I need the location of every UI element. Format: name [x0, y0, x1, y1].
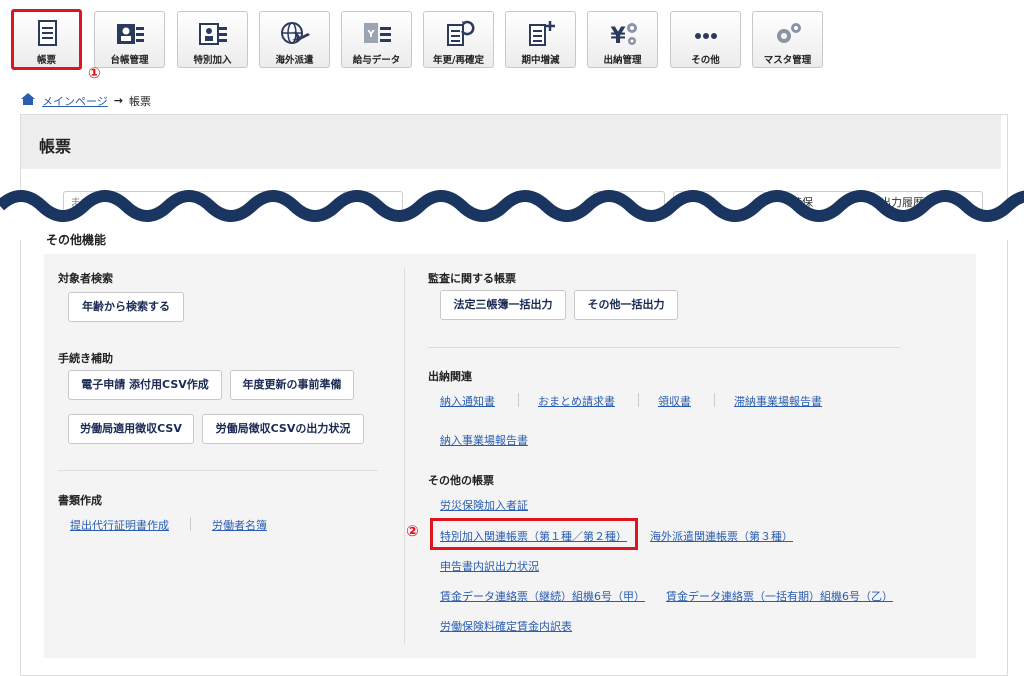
page-title: 帳票 [39, 137, 72, 156]
other-forms-label: その他の帳票 [428, 474, 494, 487]
toolbar-change-button[interactable]: 期中増減 [505, 11, 576, 68]
step-marker-2: ② [406, 522, 419, 540]
toolbar-label: 期中増減 [521, 55, 560, 66]
toolbar-cash-button[interactable]: ¥ 出納管理 [587, 11, 658, 68]
ledger-icon [95, 19, 164, 49]
separator [190, 517, 191, 531]
documents-label: 書類作成 [58, 494, 102, 507]
page-title-bar: 帳票 [21, 115, 1001, 169]
delinquency-report-link[interactable]: 滞納事業場報告書 [734, 393, 822, 409]
other-functions-title: その他機能 [46, 233, 107, 247]
divider [428, 347, 900, 348]
other-bulk-output-button[interactable]: その他一括出力 [574, 290, 678, 320]
wage-data-continuous-link[interactable]: 賃金データ連絡票（継続）組機6号（甲） [440, 588, 645, 604]
special-join-icon [178, 19, 247, 49]
other-functions-box: 対象者検索 年齢から検索する 手続き補助 電子申請 添付用CSV作成 年度更新の… [44, 254, 976, 658]
toolbar-label: 帳票 [36, 55, 56, 66]
toolbar-reports-button[interactable]: 帳票 [11, 9, 82, 70]
cash-label: 出納関連 [428, 370, 472, 383]
annual-update-icon [424, 19, 493, 49]
highlight-box [430, 518, 638, 550]
labor-bureau-csv-button[interactable]: 労働局適用徴収CSV [68, 414, 194, 444]
receipt-link[interactable]: 領収書 [658, 393, 691, 409]
toolbar-label: その他 [691, 55, 720, 66]
main-toolbar: 帳票 台帳管理 特別加入 海外派遣 Y 給与データ 年更/再確定 期中増減 ¥ … [0, 0, 1024, 82]
change-icon [506, 19, 575, 49]
toolbar-payroll-button[interactable]: Y 給与データ [341, 11, 412, 68]
breadcrumb: メインページ → 帳票 [20, 92, 151, 109]
declaration-breakdown-link[interactable]: 申告書内訳出力状況 [440, 558, 539, 574]
overseas-forms-link[interactable]: 海外派遣関連帳票（第３種） [650, 528, 793, 544]
payroll-icon: Y [342, 19, 411, 49]
confirmed-wage-breakdown-link[interactable]: 労働保険料確定賃金内訳表 [440, 618, 572, 634]
svg-text:Y: Y [366, 29, 375, 40]
column-divider [404, 268, 405, 644]
payment-notice-link[interactable]: 納入通知書 [440, 393, 495, 409]
separator [518, 393, 519, 407]
divider [58, 470, 378, 471]
target-search-label: 対象者検索 [58, 272, 113, 285]
breadcrumb-home-link[interactable]: メインページ [42, 93, 108, 109]
payment-report-link[interactable]: 納入事業場報告書 [440, 432, 528, 448]
gears-icon [753, 19, 822, 49]
e-apply-csv-button[interactable]: 電子申請 添付用CSV作成 [68, 370, 222, 400]
toolbar-label: 年更/再確定 [433, 55, 484, 66]
audit-label: 監査に関する帳票 [428, 272, 516, 285]
toolbar-overseas-button[interactable]: 海外派遣 [259, 11, 330, 68]
document-icon [14, 19, 79, 49]
separator [638, 393, 639, 407]
more-icon [671, 19, 740, 49]
procedure-label: 手続き補助 [58, 352, 113, 365]
svg-text:¥: ¥ [610, 24, 626, 49]
toolbar-label: 特別加入 [193, 55, 232, 66]
arrow-right-icon: → [113, 94, 123, 107]
separator [714, 393, 715, 407]
breadcrumb-current: 帳票 [129, 94, 151, 108]
home-icon [20, 92, 36, 109]
workers-comp-certificate-link[interactable]: 労災保険加入者証 [440, 497, 528, 513]
labor-bureau-csv-status-button[interactable]: 労働局徴収CSVの出力状況 [202, 414, 364, 444]
proxy-certificate-link[interactable]: 提出代行証明書作成 [70, 517, 169, 533]
toolbar-label: マスタ管理 [763, 55, 812, 66]
globe-plane-icon [260, 19, 329, 49]
toolbar-master-button[interactable]: マスタ管理 [752, 11, 823, 68]
age-search-button[interactable]: 年齢から検索する [68, 292, 184, 322]
toolbar-annual-update-button[interactable]: 年更/再確定 [423, 11, 494, 68]
statutory-books-button[interactable]: 法定三帳簿一括出力 [440, 290, 566, 320]
step-marker-1: ① [88, 64, 101, 82]
toolbar-label: 出納管理 [603, 55, 642, 66]
toolbar-label: 給与データ [352, 55, 401, 66]
wage-data-lump-link[interactable]: 賃金データ連絡票（一括有期）組機6号（乙） [666, 588, 893, 604]
annual-prep-button[interactable]: 年度更新の事前準備 [230, 370, 354, 400]
toolbar-more-button[interactable]: その他 [670, 11, 741, 68]
toolbar-label: 台帳管理 [110, 55, 149, 66]
toolbar-label: 海外派遣 [275, 55, 314, 66]
toolbar-special-join-button[interactable]: 特別加入 [177, 11, 248, 68]
combined-invoice-link[interactable]: おまとめ請求書 [538, 393, 615, 409]
worker-list-link[interactable]: 労働者名簿 [212, 517, 267, 533]
toolbar-ledger-button[interactable]: 台帳管理 [94, 11, 165, 68]
wave-divider [0, 190, 1024, 240]
yen-gear-icon: ¥ [588, 19, 657, 49]
